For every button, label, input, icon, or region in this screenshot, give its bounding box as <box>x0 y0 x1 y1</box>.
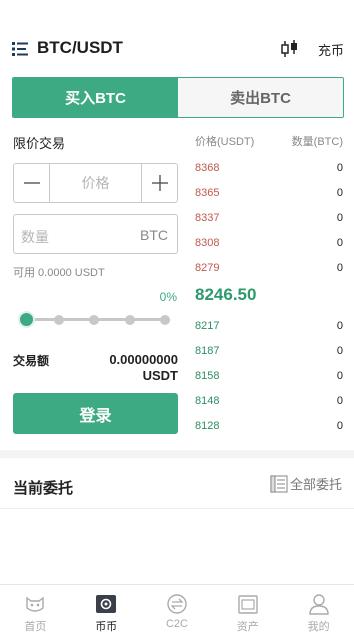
nav-label-trade: 币币 <box>95 621 118 633</box>
nav-label-profile: 我的 <box>307 621 330 633</box>
price-decrease-button[interactable] <box>14 164 50 202</box>
c2c-icon <box>167 594 187 614</box>
nav-label-home: 首页 <box>24 621 47 633</box>
bid-row[interactable]: 8148 0 <box>195 395 343 411</box>
pair-title[interactable]: BTC/USDT <box>37 38 123 58</box>
buy-sell-tabs: 买入BTC 卖出BTC <box>12 77 344 118</box>
nav-label-c2c: C2C <box>165 618 188 630</box>
all-orders-label: 全部委托 <box>290 477 343 492</box>
profile-icon <box>308 594 329 615</box>
orders-separator <box>0 508 354 509</box>
last-price: 8246.50 <box>195 285 257 304</box>
orderbook-qty-header: 数量(BTC) <box>291 136 343 148</box>
slider-percent: 0% <box>159 290 177 304</box>
slider-step-75[interactable] <box>125 315 135 325</box>
trade-amount-number: 0.00000000 <box>109 352 178 367</box>
bid-price: 8187 <box>195 345 220 357</box>
price-stepper: 价格 <box>13 163 178 203</box>
coin-trade-icon <box>96 595 117 613</box>
candlestick-chart-icon[interactable] <box>280 39 299 59</box>
bid-qty: 0 <box>336 320 343 332</box>
bid-row[interactable]: 8158 0 <box>195 370 343 386</box>
bid-qty: 0 <box>336 420 343 432</box>
price-increase-button[interactable] <box>141 164 177 202</box>
deposit-link[interactable]: 充币 <box>318 40 344 59</box>
plus-icon <box>151 175 168 191</box>
ask-qty: 0 <box>336 187 343 199</box>
bottom-nav: 首页 币币 C2C 资产 我的 <box>0 584 354 636</box>
slider-step-50[interactable] <box>89 315 99 325</box>
quantity-input[interactable]: 数量 BTC <box>13 214 178 254</box>
nav-item-c2c[interactable]: C2C <box>142 585 213 636</box>
slider-step-25[interactable] <box>54 315 64 325</box>
order-type-selector[interactable]: 限价交易 <box>13 133 65 152</box>
ask-price: 8365 <box>195 187 220 199</box>
nav-item-profile[interactable]: 我的 <box>283 585 354 636</box>
menu-icon[interactable] <box>12 42 28 56</box>
bid-row[interactable]: 8128 0 <box>195 420 343 436</box>
bid-qty: 0 <box>336 395 343 407</box>
available-balance: 可用 0.0000 USDT <box>13 267 105 279</box>
header: BTC/USDT 充币 <box>0 0 354 70</box>
ask-price: 8279 <box>195 262 220 274</box>
ask-price: 8308 <box>195 237 220 249</box>
ask-row[interactable]: 8365 0 <box>195 187 343 203</box>
nav-label-assets: 资产 <box>236 621 259 633</box>
ask-price: 8368 <box>195 162 220 174</box>
ask-row[interactable]: 8337 0 <box>195 212 343 228</box>
quantity-unit: BTC <box>140 227 168 243</box>
bid-qty: 0 <box>336 370 343 382</box>
bid-row[interactable]: 8217 0 <box>195 320 343 336</box>
tab-sell[interactable]: 卖出BTC <box>178 78 343 117</box>
home-cat-icon <box>26 596 45 612</box>
orderbook-price-header: 价格(USDT) <box>195 136 255 148</box>
slider-step-100[interactable] <box>160 315 170 325</box>
tab-buy[interactable]: 买入BTC <box>13 78 178 117</box>
ask-qty: 0 <box>336 262 343 274</box>
ask-qty: 0 <box>336 212 343 224</box>
bid-price: 8217 <box>195 320 220 332</box>
bid-price: 8128 <box>195 420 220 432</box>
assets-icon <box>238 595 258 614</box>
ask-qty: 0 <box>336 237 343 249</box>
price-input[interactable]: 价格 <box>50 164 141 202</box>
quantity-placeholder: 数量 <box>21 229 49 245</box>
trade-amount-unit: USDT <box>142 368 178 383</box>
nav-item-home[interactable]: 首页 <box>0 585 71 636</box>
nav-item-assets[interactable]: 资产 <box>212 585 283 636</box>
bid-row[interactable]: 8187 0 <box>195 345 343 361</box>
minus-icon <box>23 182 40 184</box>
login-button[interactable]: 登录 <box>13 393 178 434</box>
all-orders-link[interactable]: 全部委托 <box>270 474 342 493</box>
bid-qty: 0 <box>336 345 343 357</box>
bid-price: 8158 <box>195 370 220 382</box>
slider-thumb[interactable] <box>18 311 35 328</box>
bid-price: 8148 <box>195 395 220 407</box>
section-divider <box>0 450 354 458</box>
ask-row[interactable]: 8279 0 <box>195 262 343 278</box>
ask-row[interactable]: 8308 0 <box>195 237 343 253</box>
trade-amount-value: 0.00000000 USDT <box>109 352 178 384</box>
trade-amount-label: 交易额 <box>13 354 50 368</box>
ask-row[interactable]: 8368 0 <box>195 162 343 178</box>
current-orders-title: 当前委托 <box>13 480 74 497</box>
ask-qty: 0 <box>336 162 343 174</box>
orders-list-icon <box>270 474 288 493</box>
nav-item-trade[interactable]: 币币 <box>71 585 142 636</box>
amount-slider[interactable] <box>18 309 170 329</box>
ask-price: 8337 <box>195 212 220 224</box>
